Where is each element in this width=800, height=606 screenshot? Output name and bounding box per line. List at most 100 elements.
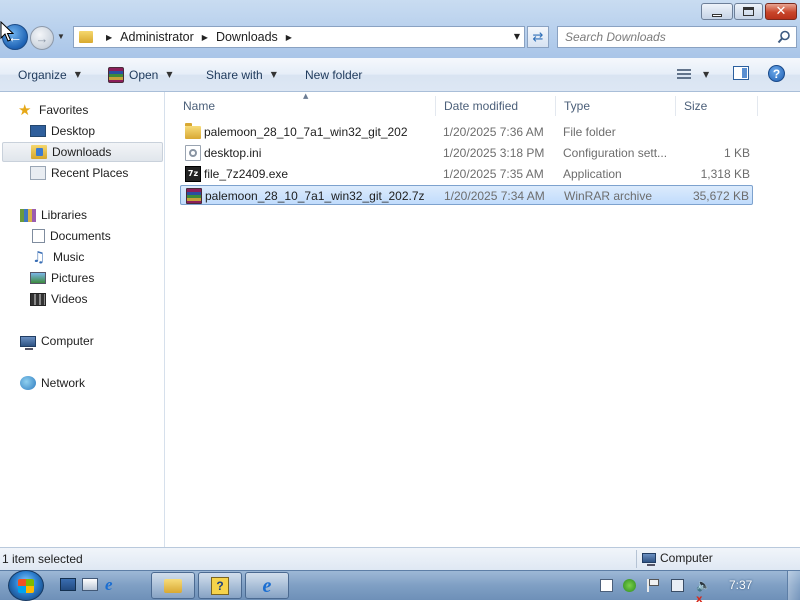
help-button[interactable]: ? xyxy=(768,65,785,82)
search-icon[interactable] xyxy=(777,30,791,44)
navigation-pane: ★ Favorites Desktop Downloads Recent Pla… xyxy=(0,92,165,547)
action-center-flag-icon[interactable] xyxy=(647,579,660,592)
taskbar-internet-explorer-button[interactable]: e xyxy=(245,572,289,599)
nav-pictures[interactable]: Pictures xyxy=(30,268,94,288)
command-bar: Organize ▼ Open ▼ Share with ▼ New folder ▼… xyxy=(0,58,800,92)
folder-icon xyxy=(164,578,182,593)
nav-network-label: Network xyxy=(41,376,86,390)
nav-computer[interactable]: Computer xyxy=(20,331,94,351)
open-button[interactable]: Open ▼ xyxy=(108,58,173,91)
nav-libraries[interactable]: Libraries xyxy=(20,205,87,225)
pictures-icon xyxy=(30,272,46,284)
computer-icon xyxy=(20,335,36,350)
column-divider[interactable] xyxy=(675,96,676,116)
show-desktop-button[interactable] xyxy=(787,571,800,600)
maximize-button[interactable] xyxy=(734,3,763,20)
help-icon: ? xyxy=(772,66,781,81)
search-box[interactable] xyxy=(557,26,797,48)
file-type: Configuration sett... xyxy=(563,146,668,160)
column-divider[interactable] xyxy=(757,96,758,116)
document-tray-icon[interactable] xyxy=(600,579,613,592)
taskbar-explorer-button[interactable] xyxy=(151,572,195,599)
status-divider xyxy=(636,550,637,568)
chevron-down-icon: ▼ xyxy=(703,70,710,79)
details-view-icon xyxy=(677,69,691,80)
taskbar-clock[interactable]: 7:37 xyxy=(729,578,752,592)
address-bar[interactable]: ▶ Administrator ▶ Downloads ▶ ▼ xyxy=(73,26,525,48)
nav-network[interactable]: Network xyxy=(20,373,85,393)
breadcrumb-administrator[interactable]: Administrator xyxy=(120,30,194,44)
nav-favorites[interactable]: ★ Favorites xyxy=(18,100,88,120)
recent-pages-dropdown[interactable]: ▼ xyxy=(57,32,67,42)
config-file-icon xyxy=(185,145,201,161)
organize-button[interactable]: Organize ▼ xyxy=(18,58,81,91)
refresh-button[interactable]: ⇄ xyxy=(527,26,549,48)
nav-recent-places-label: Recent Places xyxy=(51,166,129,180)
nav-recent-places[interactable]: Recent Places xyxy=(30,163,128,183)
file-size: 35,672 KB xyxy=(692,189,749,203)
column-divider[interactable] xyxy=(555,96,556,116)
file-row[interactable]: palemoon_28_10_7a1_win32_git_202 1/20/20… xyxy=(180,122,753,142)
documents-icon xyxy=(32,229,45,243)
file-date: 1/20/2025 3:18 PM xyxy=(443,146,545,160)
close-icon: ✕ xyxy=(775,4,787,19)
close-button[interactable]: ✕ xyxy=(765,3,797,20)
nav-downloads-label: Downloads xyxy=(52,145,112,159)
column-header-size[interactable]: Size xyxy=(684,96,754,116)
refresh-icon: ⇄ xyxy=(532,29,544,45)
breadcrumb-downloads[interactable]: Downloads xyxy=(216,30,278,44)
file-size: 1 KB xyxy=(723,146,750,160)
breadcrumb-chevron-icon[interactable]: ▶ xyxy=(286,33,292,42)
show-desktop-quicklaunch-icon[interactable] xyxy=(60,578,76,591)
security-shield-tray-icon[interactable] xyxy=(623,579,636,592)
desktop-icon xyxy=(30,125,46,137)
status-location: Computer xyxy=(642,551,713,566)
column-header-date-modified[interactable]: Date modified xyxy=(444,96,554,116)
network-globe-icon xyxy=(20,376,36,390)
file-row[interactable]: desktop.ini 1/20/2025 3:18 PM Configurat… xyxy=(180,143,753,163)
chevron-down-icon: ▼ xyxy=(270,70,277,79)
volume-muted-icon[interactable]: 🔈x xyxy=(696,579,711,606)
column-header-name[interactable]: Name xyxy=(183,96,423,116)
nav-computer-label: Computer xyxy=(41,334,94,348)
nav-desktop[interactable]: Desktop xyxy=(30,121,95,141)
share-with-button[interactable]: Share with ▼ xyxy=(206,58,277,91)
music-note-icon: ♫ xyxy=(32,248,46,266)
nav-downloads[interactable]: Downloads xyxy=(2,142,163,162)
change-view-button[interactable]: ▼ xyxy=(677,66,713,83)
internet-explorer-icon: e xyxy=(262,574,272,597)
winrar-archive-icon xyxy=(186,188,202,204)
chevron-down-icon: ▼ xyxy=(74,70,81,79)
organize-label: Organize xyxy=(18,67,67,82)
file-row[interactable]: 7z file_7z2409.exe 1/20/2025 7:35 AM App… xyxy=(180,164,753,184)
nav-music[interactable]: ♫ Music xyxy=(32,247,84,267)
column-name-label: Name xyxy=(183,99,216,113)
nav-videos[interactable]: Videos xyxy=(30,289,87,309)
taskbar-help-button[interactable]: ? xyxy=(198,572,242,599)
file-row-selected[interactable]: palemoon_28_10_7a1_win32_git_202.7z 1/20… xyxy=(180,185,753,205)
computer-icon xyxy=(642,553,656,566)
breadcrumb-chevron-icon[interactable]: ▶ xyxy=(202,33,208,42)
address-dropdown-icon[interactable]: ▼ xyxy=(514,32,520,41)
forward-button[interactable]: → xyxy=(30,26,54,50)
file-name: desktop.ini xyxy=(204,146,262,160)
nav-documents-label: Documents xyxy=(50,229,111,243)
internet-explorer-quicklaunch-icon[interactable]: e xyxy=(105,576,121,593)
column-date-label: Date modified xyxy=(444,99,519,113)
switch-windows-quicklaunch-icon[interactable] xyxy=(82,578,98,591)
column-header-type[interactable]: Type xyxy=(564,96,674,116)
network-tray-icon[interactable] xyxy=(671,579,684,592)
search-input[interactable] xyxy=(565,30,770,44)
nav-libraries-label: Libraries xyxy=(41,208,88,222)
new-folder-button[interactable]: New folder xyxy=(305,58,362,91)
start-button[interactable] xyxy=(8,570,44,601)
column-divider[interactable] xyxy=(435,96,436,116)
open-label: Open xyxy=(129,67,159,82)
file-list: ▲ Name Date modified Type Size palemoon_… xyxy=(165,92,800,547)
column-type-label: Type xyxy=(564,99,591,113)
minimize-button[interactable] xyxy=(701,3,733,20)
nav-documents[interactable]: Documents xyxy=(32,226,111,246)
column-size-label: Size xyxy=(684,99,708,113)
breadcrumb-chevron-icon[interactable]: ▶ xyxy=(106,33,112,42)
preview-pane-button[interactable] xyxy=(733,66,749,80)
